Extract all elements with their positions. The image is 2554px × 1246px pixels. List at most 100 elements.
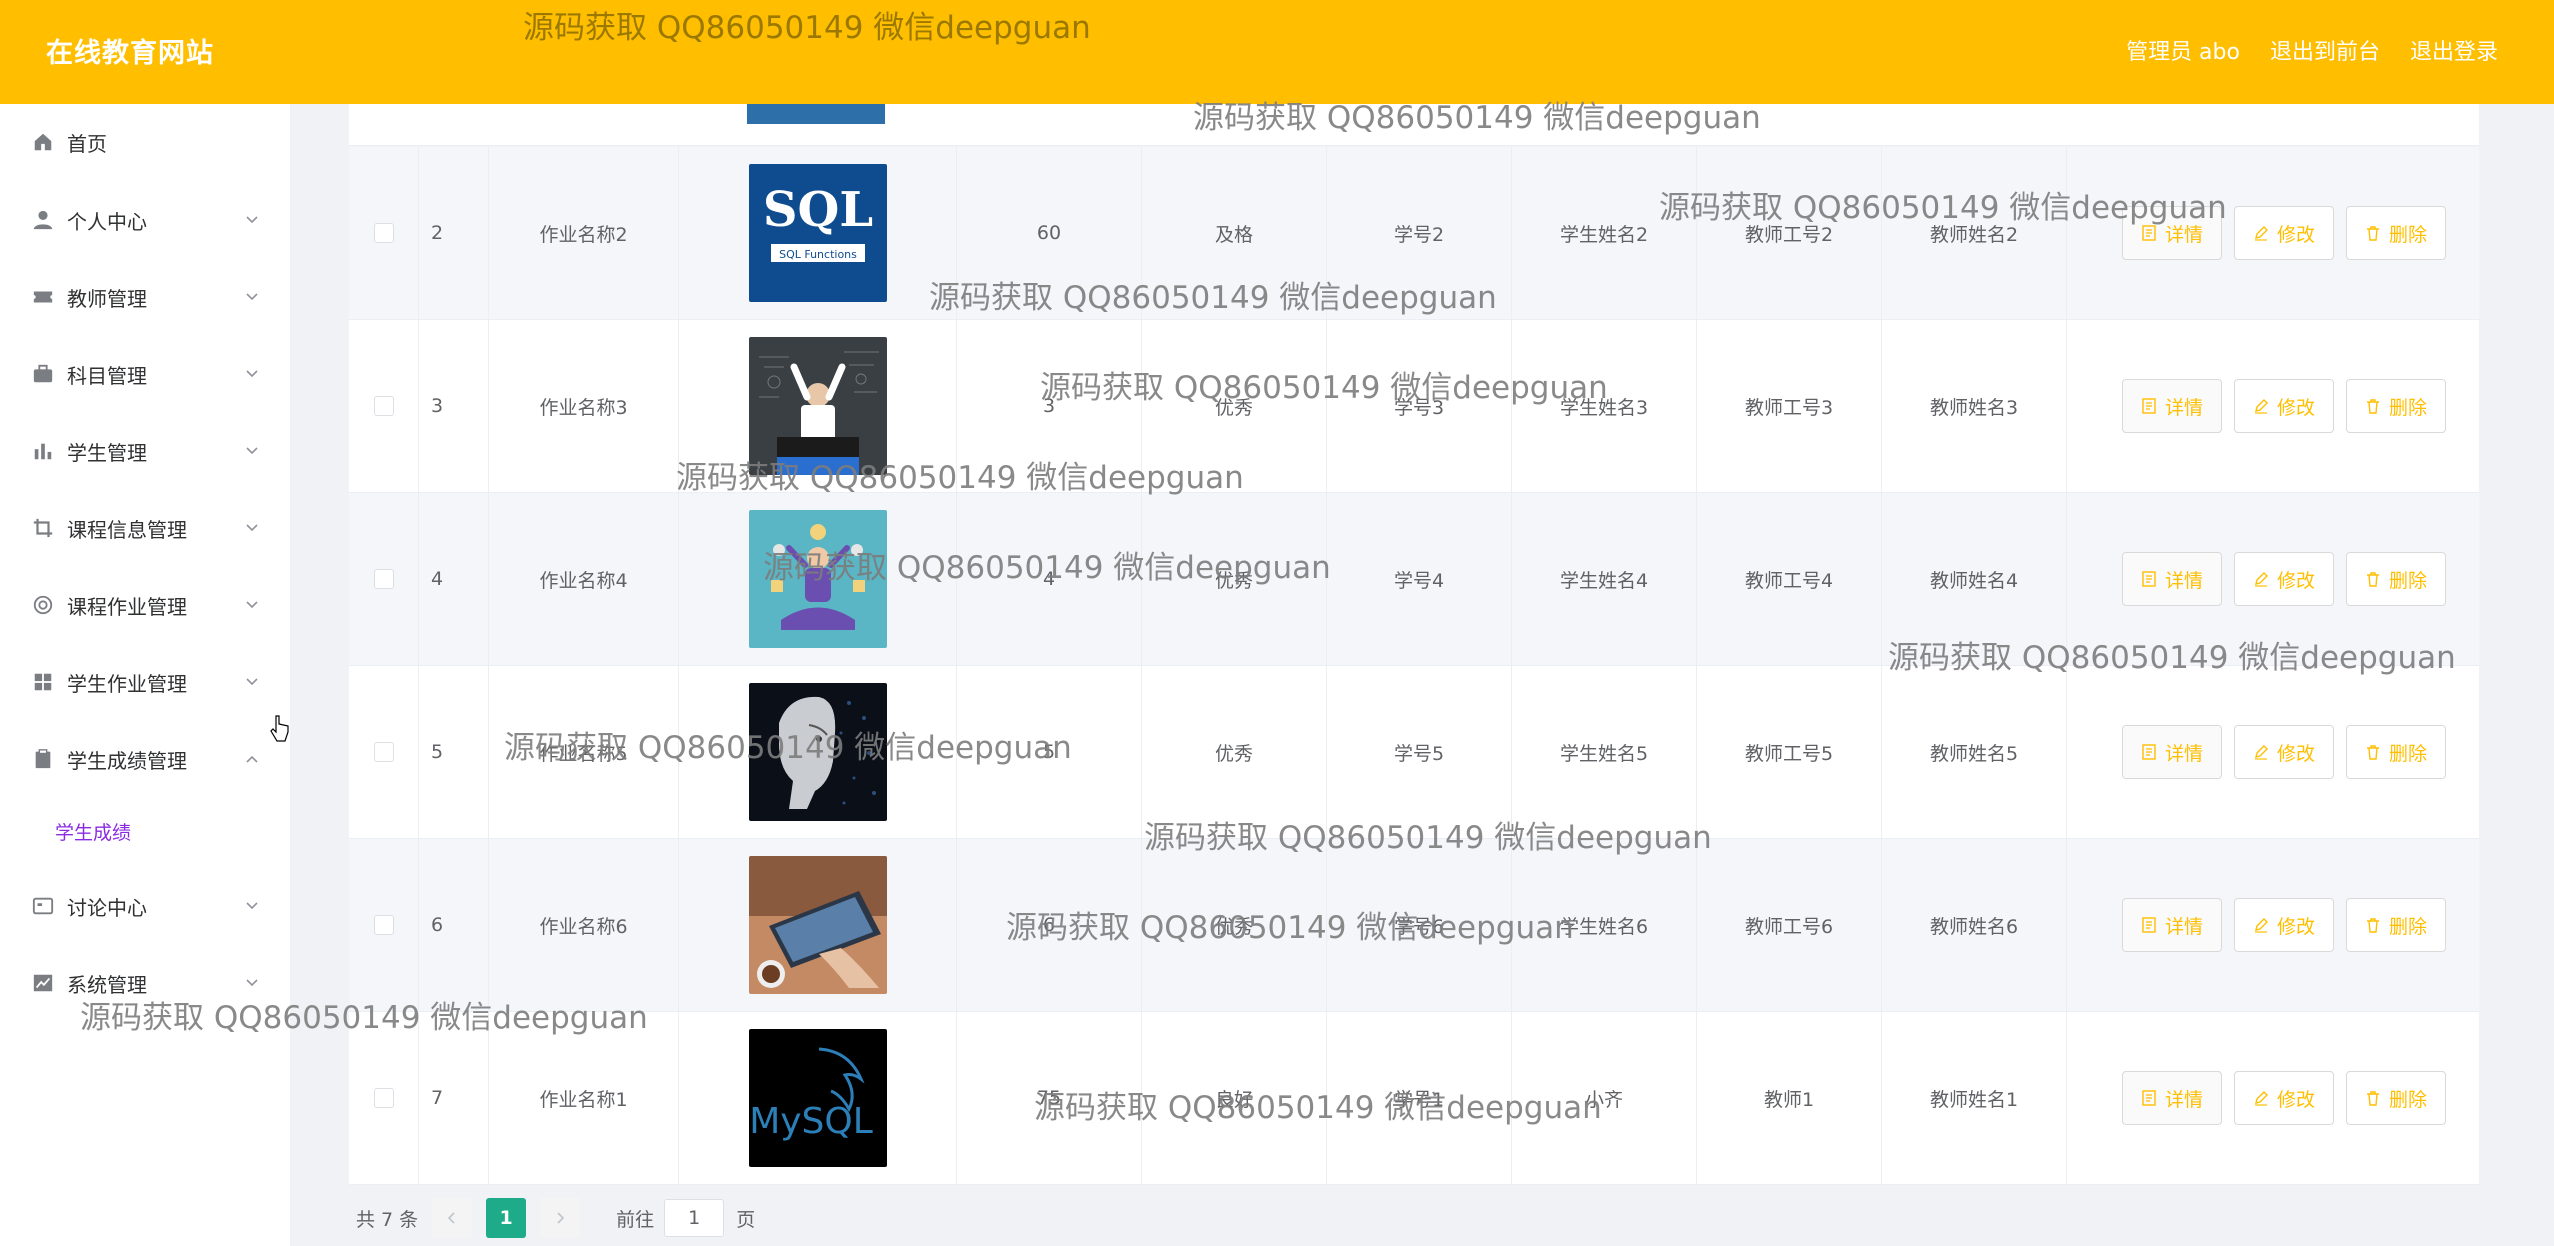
sidebar-item-personal-center[interactable]: 个人中心 bbox=[0, 190, 290, 250]
table-row: 7 作业名称1 MySQL 75 良好 学号1 小齐 教师1 教师姓名1 详情 … bbox=[349, 1012, 2479, 1185]
image-cell bbox=[679, 839, 957, 1011]
delete-button[interactable]: 删除 bbox=[2345, 552, 2446, 606]
detail-button[interactable]: 详情 bbox=[2121, 725, 2222, 779]
detail-button[interactable]: 详情 bbox=[2121, 898, 2222, 952]
page-number-button[interactable]: 1 bbox=[486, 1198, 527, 1238]
sidebar: 首页 个人中心 教师管理 科目管理 学生管理 课程信息管理 课程作业管理 学生作… bbox=[0, 104, 290, 1246]
sidebar-item-discussion-center[interactable]: 讨论中心 bbox=[0, 876, 290, 936]
delete-button[interactable]: 删除 bbox=[2345, 379, 2446, 433]
site-brand[interactable]: 在线教育网站 bbox=[46, 31, 214, 70]
pagination-goto-label: 前往 bbox=[616, 1208, 655, 1231]
sidebar-item-course-homework-management[interactable]: 课程作业管理 bbox=[0, 575, 290, 635]
header-actions: 管理员 abo 退出到前台 退出登录 bbox=[2126, 34, 2498, 66]
homework-image[interactable] bbox=[748, 510, 887, 648]
document-icon bbox=[2142, 917, 2156, 933]
row-select-cell bbox=[349, 320, 419, 492]
logout-link[interactable]: 退出登录 bbox=[2410, 34, 2498, 66]
edit-button[interactable]: 修改 bbox=[2233, 552, 2334, 606]
student-name-cell: 学生姓名6 bbox=[1512, 839, 1697, 1011]
delete-button[interactable]: 删除 bbox=[2345, 206, 2446, 260]
edit-button[interactable]: 修改 bbox=[2233, 725, 2334, 779]
teacher-name-cell: 教师姓名4 bbox=[1882, 493, 2067, 665]
edit-button[interactable]: 修改 bbox=[2233, 898, 2334, 952]
line-chart-icon bbox=[32, 972, 54, 994]
row-checkbox[interactable] bbox=[373, 742, 394, 762]
chevron-down-icon bbox=[244, 289, 260, 305]
table-row: 3 作业名称3 3 优秀 学号3 学生姓名3 教师工号3 教师姓名3 详情 修改… bbox=[349, 320, 2479, 493]
back-to-front-link[interactable]: 退出到前台 bbox=[2270, 34, 2380, 66]
sidebar-item-system-management[interactable]: 系统管理 bbox=[0, 953, 290, 1013]
homework-image[interactable]: SQL SQL Functions bbox=[748, 164, 887, 302]
detail-button[interactable]: 详情 bbox=[2121, 206, 2222, 260]
teacher-name-cell: 教师姓名1 bbox=[1882, 1012, 2067, 1184]
table-row: 5 作业名称5 5 优秀 学号5 学生姓名5 教师工号5 教师姓名5 详情 修改… bbox=[349, 666, 2479, 839]
prev-page-button[interactable] bbox=[432, 1198, 473, 1238]
row-checkbox[interactable] bbox=[373, 223, 394, 243]
grade-cell: 优秀 bbox=[1142, 839, 1327, 1011]
row-checkbox[interactable] bbox=[373, 569, 394, 589]
student-no-cell: 学号3 bbox=[1327, 320, 1512, 492]
chevron-up-icon bbox=[244, 751, 260, 767]
sidebar-item-label: 首页 bbox=[67, 131, 107, 156]
document-icon bbox=[2142, 571, 2156, 587]
admin-label: 管理员 abo bbox=[2126, 40, 2240, 65]
row-select-cell bbox=[349, 147, 419, 319]
student-no-cell: 学号1 bbox=[1327, 1012, 1512, 1184]
sidebar-item-label: 学生作业管理 bbox=[67, 671, 187, 696]
image-title-text: SQL bbox=[762, 182, 872, 238]
index-cell: 4 bbox=[419, 493, 489, 665]
row-actions: 详情 修改 删除 bbox=[2121, 493, 2446, 665]
next-page-button[interactable] bbox=[540, 1198, 581, 1238]
detail-button[interactable]: 详情 bbox=[2121, 552, 2222, 606]
mouse-cursor-icon bbox=[270, 715, 289, 742]
delete-button[interactable]: 删除 bbox=[2345, 898, 2446, 952]
row-checkbox[interactable] bbox=[373, 396, 394, 416]
row-checkbox[interactable] bbox=[373, 1088, 394, 1108]
student-no-cell: 学号5 bbox=[1327, 666, 1512, 838]
chevron-down-icon bbox=[244, 212, 260, 228]
index-cell: 6 bbox=[419, 839, 489, 1011]
row-checkbox[interactable] bbox=[373, 915, 394, 935]
row-select-cell bbox=[349, 666, 419, 838]
table-row: 6 作业名称6 6 优秀 学号6 学生姓名6 教师工号6 教师姓名6 详情 修改… bbox=[349, 839, 2479, 1012]
detail-button[interactable]: 详情 bbox=[2121, 1071, 2222, 1125]
score-cell: 60 bbox=[957, 147, 1142, 319]
homework-image[interactable] bbox=[748, 337, 887, 475]
score-cell: 6 bbox=[957, 839, 1142, 1011]
sidebar-item-subject-management[interactable]: 科目管理 bbox=[0, 344, 290, 404]
edit-button[interactable]: 修改 bbox=[2233, 1071, 2334, 1125]
chat-card-icon bbox=[32, 895, 54, 917]
image-title-text: MySQL bbox=[749, 1101, 873, 1142]
detail-button[interactable]: 详情 bbox=[2121, 379, 2222, 433]
sidebar-item-course-info-management[interactable]: 课程信息管理 bbox=[0, 498, 290, 558]
sidebar-item-student-management[interactable]: 学生管理 bbox=[0, 421, 290, 481]
student-name-cell: 学生姓名3 bbox=[1512, 320, 1697, 492]
edit-button[interactable]: 修改 bbox=[2233, 379, 2334, 433]
sidebar-subitem-student-score[interactable]: 学生成绩 bbox=[0, 803, 290, 859]
homework-image[interactable] bbox=[748, 856, 887, 994]
sidebar-item-score-management[interactable]: 学生成绩管理 bbox=[0, 729, 290, 789]
edit-button[interactable]: 修改 bbox=[2233, 206, 2334, 260]
sidebar-item-student-homework-management[interactable]: 学生作业管理 bbox=[0, 652, 290, 712]
delete-button[interactable]: 删除 bbox=[2345, 725, 2446, 779]
sidebar-item-home[interactable]: 首页 bbox=[0, 112, 290, 172]
edit-icon bbox=[2254, 918, 2268, 933]
edit-icon bbox=[2254, 572, 2268, 587]
row-actions: 详情 修改 删除 bbox=[2121, 666, 2446, 838]
trash-icon bbox=[2366, 226, 2379, 241]
student-name-cell: 学生姓名5 bbox=[1512, 666, 1697, 838]
delete-button[interactable]: 删除 bbox=[2345, 1071, 2446, 1125]
homework-name-cell: 作业名称5 bbox=[489, 666, 679, 838]
homework-image[interactable]: MySQL bbox=[748, 1029, 887, 1167]
sidebar-item-label: 学生成绩管理 bbox=[67, 748, 187, 773]
page-jump-input[interactable] bbox=[664, 1199, 725, 1237]
document-icon bbox=[2142, 225, 2156, 241]
homework-image[interactable] bbox=[748, 683, 887, 821]
sidebar-item-label: 课程信息管理 bbox=[67, 517, 187, 542]
image-cell bbox=[679, 320, 957, 492]
edit-icon bbox=[2254, 399, 2268, 414]
chevron-down-icon bbox=[244, 898, 260, 914]
homework-name-cell: 作业名称6 bbox=[489, 839, 679, 1011]
table-row-partial bbox=[349, 104, 2479, 146]
sidebar-item-teacher-management[interactable]: 教师管理 bbox=[0, 267, 290, 327]
